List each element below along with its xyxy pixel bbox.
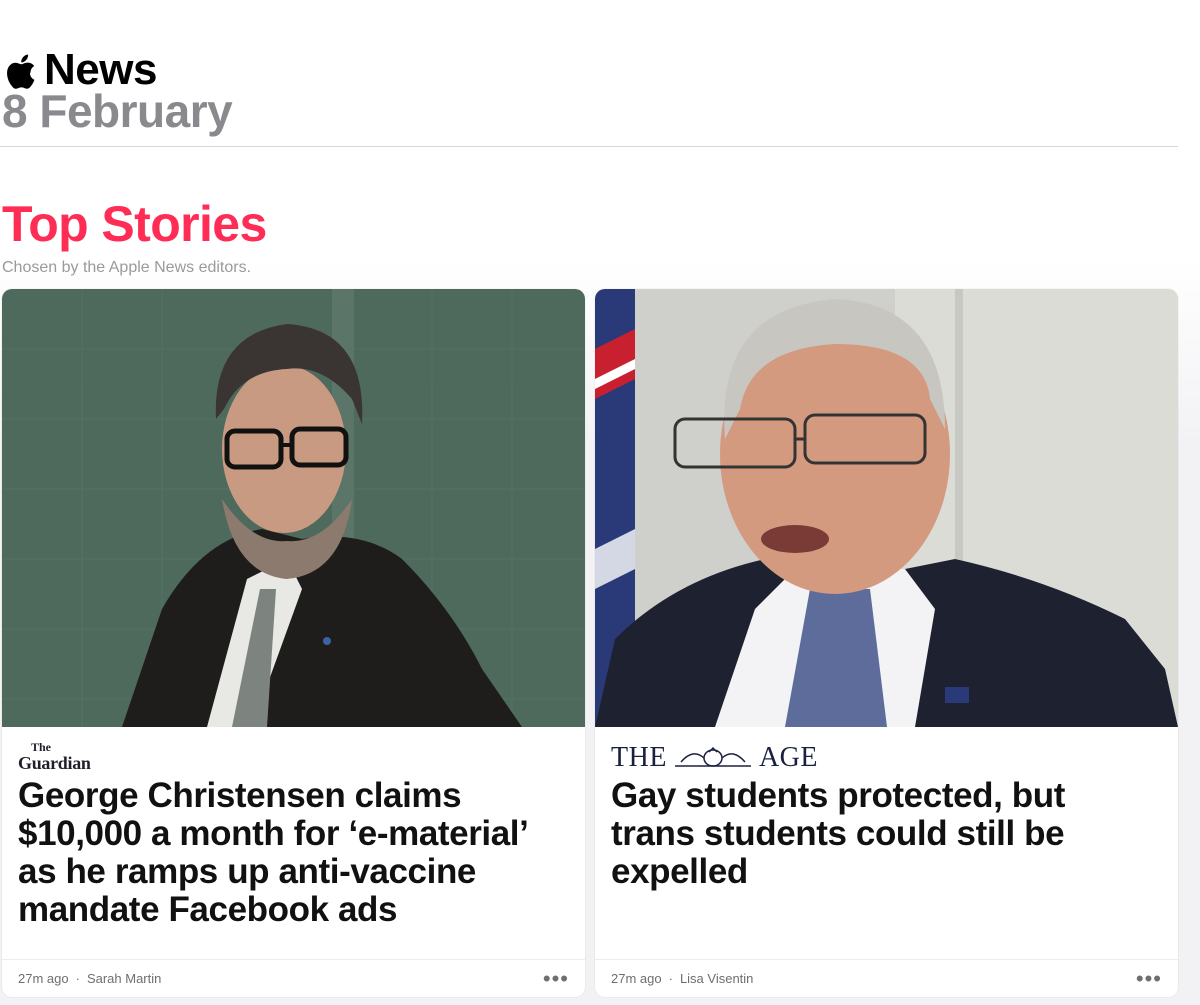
more-options-icon[interactable]: ••• xyxy=(1136,967,1162,989)
story-meta: 27m ago · Sarah Martin xyxy=(18,971,161,986)
story-image xyxy=(595,289,1178,727)
story-author: Sarah Martin xyxy=(86,971,162,986)
section-title[interactable]: Top Stories xyxy=(2,196,267,252)
date-heading: 8 February xyxy=(2,85,233,137)
story-headline[interactable]: George Christensen claims $10,000 a mont… xyxy=(18,777,563,929)
meta-separator: · xyxy=(75,971,80,986)
publisher-logo-the: THE xyxy=(611,742,667,773)
card-footer: 27m ago · Lisa Visentin ••• xyxy=(595,959,1178,997)
story-meta: 27m ago · Lisa Visentin xyxy=(611,971,753,986)
story-headline[interactable]: Gay students protected, but trans studen… xyxy=(611,777,1156,891)
publisher-logo-age: AGE xyxy=(758,742,818,773)
story-card[interactable]: The Guardian George Christensen claims $… xyxy=(2,289,585,997)
publisher-logo-name: Guardian xyxy=(18,753,91,773)
story-card[interactable]: THE AGE Gay students protected, but tran… xyxy=(595,289,1178,997)
card-footer: 27m ago · Sarah Martin ••• xyxy=(2,959,585,997)
story-time: 27m ago xyxy=(18,971,69,986)
story-author: Lisa Visentin xyxy=(679,971,754,986)
publisher-crest-icon xyxy=(674,746,751,767)
publisher-logo[interactable]: The Guardian xyxy=(18,741,98,775)
meta-separator: · xyxy=(668,971,673,986)
section-subtitle: Chosen by the Apple News editors. xyxy=(2,259,252,276)
story-image xyxy=(2,289,585,727)
publisher-logo[interactable]: THE AGE xyxy=(611,741,818,775)
story-time: 27m ago xyxy=(611,971,662,986)
more-options-icon[interactable]: ••• xyxy=(543,967,569,989)
publisher-logo-the: The xyxy=(31,740,52,754)
app-header: News 8 February xyxy=(0,40,1200,134)
